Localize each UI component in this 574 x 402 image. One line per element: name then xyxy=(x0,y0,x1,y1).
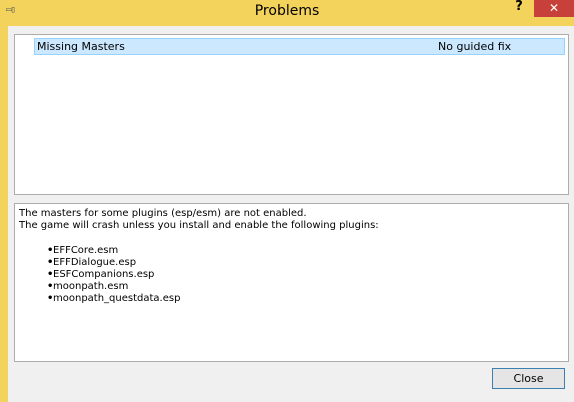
list-item: •moonpath.esm xyxy=(47,281,180,293)
description-line-1: The masters for some plugins (esp/esm) a… xyxy=(19,208,307,219)
title-bar[interactable]: ▭▯ Problems ? ✕ xyxy=(0,0,574,22)
dialog-client-area: Missing Masters No guided fix The master… xyxy=(8,26,574,402)
missing-plugins-list: •EFFCore.esm •EFFDialogue.esp •ESFCompan… xyxy=(47,245,180,305)
problem-name: Missing Masters xyxy=(37,40,125,53)
plugin-name: moonpath.esm xyxy=(53,281,129,292)
close-button[interactable]: Close xyxy=(492,368,565,389)
problems-list[interactable]: Missing Masters No guided fix xyxy=(14,34,569,195)
problem-fix-status: No guided fix xyxy=(438,40,512,53)
description-line-2: The game will crash unless you install a… xyxy=(19,220,379,231)
list-item: •moonpath_questdata.esp xyxy=(47,293,180,305)
window-title: Problems xyxy=(254,3,320,19)
plugin-name: moonpath_questdata.esp xyxy=(53,293,181,304)
list-item: •EFFDialogue.esp xyxy=(47,257,180,269)
problem-row[interactable]: Missing Masters No guided fix xyxy=(34,38,565,55)
help-button[interactable]: ? xyxy=(509,0,529,18)
plugin-name: EFFDialogue.esp xyxy=(53,257,137,268)
list-item: •EFFCore.esm xyxy=(47,245,180,257)
problem-description: The masters for some plugins (esp/esm) a… xyxy=(14,203,569,362)
plugin-name: EFFCore.esm xyxy=(53,245,119,256)
list-item: •ESFCompanions.esp xyxy=(47,269,180,281)
problems-window: ▭▯ Problems ? ✕ Missing Masters No guide… xyxy=(0,0,574,402)
window-close-button[interactable]: ✕ xyxy=(534,0,574,17)
plugin-name: ESFCompanions.esp xyxy=(53,269,155,280)
